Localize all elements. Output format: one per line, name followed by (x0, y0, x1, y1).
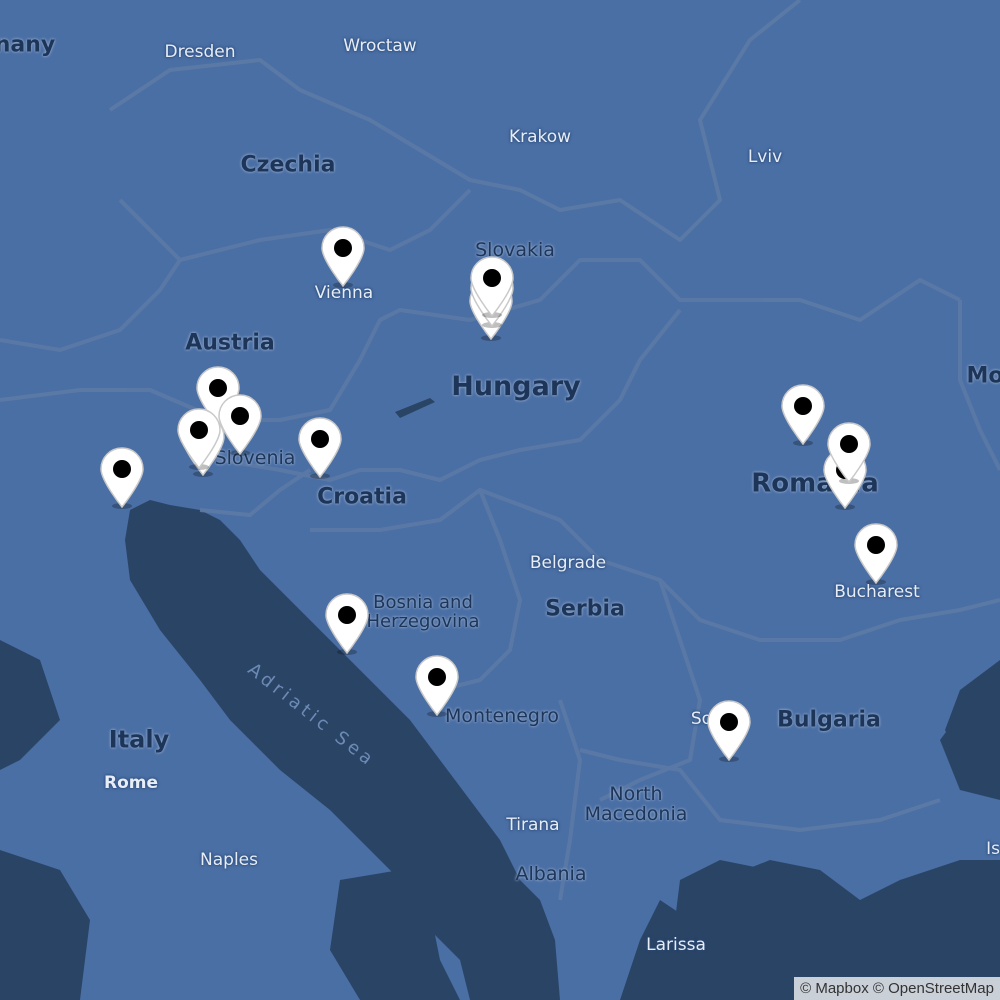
country-label-montenegro: Montenegro (444, 705, 560, 728)
map-pin-icon (325, 593, 369, 655)
country-label-serbia: Serbia (545, 596, 625, 622)
city-label-istanbul: Is (986, 839, 1000, 860)
country-label-austria: Austria (185, 330, 275, 356)
map-marker-pin[interactable] (779, 384, 827, 446)
map-pin-icon (321, 226, 365, 288)
city-label-krakow: Krakow (508, 127, 572, 148)
country-label-bulgaria: Bulgaria (777, 707, 881, 733)
country-label-hungary: Hungary (451, 370, 581, 402)
city-label-tirana: Tirana (506, 815, 560, 836)
country-label-croatia: Croatia (317, 484, 407, 510)
map-marker-pin[interactable] (852, 523, 900, 585)
map-pin-icon (177, 408, 221, 470)
country-label-czechia: Czechia (240, 152, 336, 178)
country-label-north-macedonia: North Macedonia (584, 783, 688, 825)
country-label-bosnia: Bosnia and Herzegovina (366, 592, 480, 632)
map-marker-pin[interactable] (413, 655, 461, 717)
city-label-rome: Rome (103, 773, 159, 794)
city-label-bucharest: Bucharest (834, 582, 920, 603)
map-pin-icon (100, 447, 144, 509)
map-marker-pin[interactable] (825, 422, 873, 484)
map-marker-pin[interactable] (705, 700, 753, 762)
country-label-italy: Italy (108, 725, 170, 754)
map-pin-icon (781, 384, 825, 446)
city-label-naples: Naples (200, 850, 258, 871)
map-pin-icon (854, 523, 898, 585)
map-marker-pin[interactable] (323, 593, 371, 655)
map-pin-icon (470, 256, 514, 318)
map-pin-icon (707, 700, 751, 762)
country-label-germany: nany (0, 32, 56, 58)
map-canvas[interactable]: nany Dresden Wroctaw Krakow Lviv Czechia… (0, 0, 1000, 1000)
country-label-moldova: Mo (966, 363, 1000, 389)
map-attribution[interactable]: © Mapbox © OpenStreetMap (794, 977, 1000, 1000)
city-label-belgrade: Belgrade (529, 553, 607, 574)
map-pin-icon (298, 417, 342, 479)
city-label-wroclaw: Wroctaw (343, 36, 417, 57)
map-marker-pin[interactable] (175, 408, 223, 470)
map-marker-pin[interactable] (98, 447, 146, 509)
map-marker-pin[interactable] (468, 256, 516, 318)
country-label-albania: Albania (515, 863, 587, 886)
city-label-larissa: Larissa (646, 935, 706, 956)
map-marker-pin[interactable] (319, 226, 367, 288)
map-pin-icon (415, 655, 459, 717)
city-label-lviv: Lviv (747, 147, 783, 168)
city-label-dresden: Dresden (164, 42, 236, 63)
map-marker-pin[interactable] (296, 417, 344, 479)
map-pin-icon (827, 422, 871, 484)
